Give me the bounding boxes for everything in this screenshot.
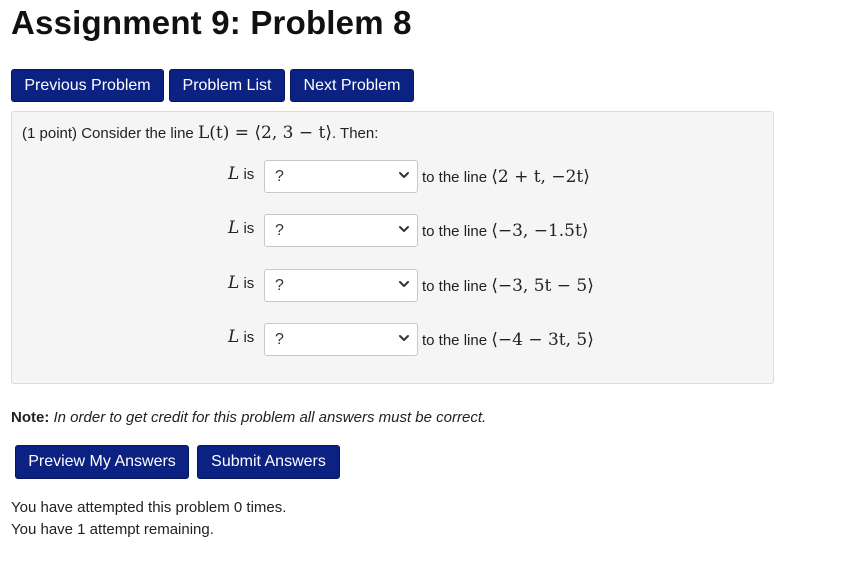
- note-label: Note:: [11, 409, 50, 426]
- problem-list-button[interactable]: Problem List: [169, 69, 285, 102]
- previous-problem-button[interactable]: Previous Problem: [11, 69, 164, 102]
- problem-page: Assignment 9: Problem 8 Previous Problem…: [0, 0, 864, 565]
- row-rhs-math: ⟨−3, −1.5t⟩: [491, 221, 589, 241]
- row-lhs: L is: [228, 327, 254, 347]
- answer-row-4: L is ? to the line ⟨−4 − 3t, 5⟩: [12, 323, 772, 357]
- relation-select-4[interactable]: ?: [264, 323, 418, 356]
- row-rhs-math: ⟨2 + t, −2t⟩: [491, 167, 590, 187]
- relation-select-1[interactable]: ?: [264, 160, 418, 193]
- chevron-down-icon: [399, 335, 409, 341]
- row-rhs-text: to the line: [422, 278, 492, 295]
- problem-intro-math: L(t) = ⟨2, 3 − t⟩: [197, 123, 332, 143]
- preview-answers-button[interactable]: Preview My Answers: [15, 445, 189, 479]
- row-rhs: to the line ⟨−3, −1.5t⟩: [422, 221, 588, 241]
- row-lhs-variable: L: [228, 327, 240, 347]
- attempts-remaining-text: You have 1 attempt remaining.: [11, 521, 214, 538]
- answer-row-3: L is ? to the line ⟨−3, 5t − 5⟩: [12, 269, 772, 303]
- chevron-down-icon: [399, 281, 409, 287]
- answer-row-1: L is ? to the line ⟨2 + t, −2t⟩: [12, 160, 772, 194]
- relation-select-value: ?: [275, 168, 284, 185]
- next-problem-button[interactable]: Next Problem: [290, 69, 414, 102]
- relation-select-value: ?: [275, 277, 284, 294]
- row-rhs-math: ⟨−3, 5t − 5⟩: [491, 276, 594, 296]
- attempt-status: You have attempted this problem 0 times.…: [11, 497, 286, 541]
- row-lhs-text: is: [239, 329, 255, 346]
- row-lhs-text: is: [239, 220, 255, 237]
- problem-intro: (1 point) Consider the line L(t) = ⟨2, 3…: [22, 123, 378, 143]
- problem-body: (1 point) Consider the line L(t) = ⟨2, 3…: [11, 111, 774, 384]
- row-lhs: L is: [228, 218, 254, 238]
- relation-select-value: ?: [275, 222, 284, 239]
- problem-intro-suffix: . Then:: [331, 125, 379, 142]
- relation-select-2[interactable]: ?: [264, 214, 418, 247]
- row-lhs-variable: L: [228, 218, 240, 238]
- chevron-down-icon: [399, 172, 409, 178]
- row-lhs-variable: L: [228, 164, 240, 184]
- row-rhs-math: ⟨−4 − 3t, 5⟩: [491, 330, 594, 350]
- row-rhs: to the line ⟨2 + t, −2t⟩: [422, 167, 590, 187]
- note-text: In order to get credit for this problem …: [49, 409, 487, 426]
- row-lhs-text: is: [239, 275, 255, 292]
- credit-note: Note: In order to get credit for this pr…: [11, 409, 486, 426]
- chevron-down-icon: [399, 226, 409, 232]
- attempts-count-text: You have attempted this problem 0 times.: [11, 499, 287, 516]
- row-lhs: L is: [228, 273, 254, 293]
- row-rhs: to the line ⟨−4 − 3t, 5⟩: [422, 330, 594, 350]
- problem-intro-prefix: (1 point) Consider the line: [22, 125, 198, 142]
- relation-select-value: ?: [275, 331, 284, 348]
- row-lhs: L is: [228, 164, 254, 184]
- answer-row-2: L is ? to the line ⟨−3, −1.5t⟩: [12, 214, 772, 248]
- relation-select-3[interactable]: ?: [264, 269, 418, 302]
- row-rhs-text: to the line: [422, 332, 492, 349]
- row-rhs: to the line ⟨−3, 5t − 5⟩: [422, 276, 594, 296]
- row-lhs-variable: L: [228, 273, 240, 293]
- page-title: Assignment 9: Problem 8: [11, 4, 412, 41]
- row-rhs-text: to the line: [422, 169, 492, 186]
- row-lhs-text: is: [239, 166, 255, 183]
- submit-answers-button[interactable]: Submit Answers: [197, 445, 340, 479]
- row-rhs-text: to the line: [422, 223, 492, 240]
